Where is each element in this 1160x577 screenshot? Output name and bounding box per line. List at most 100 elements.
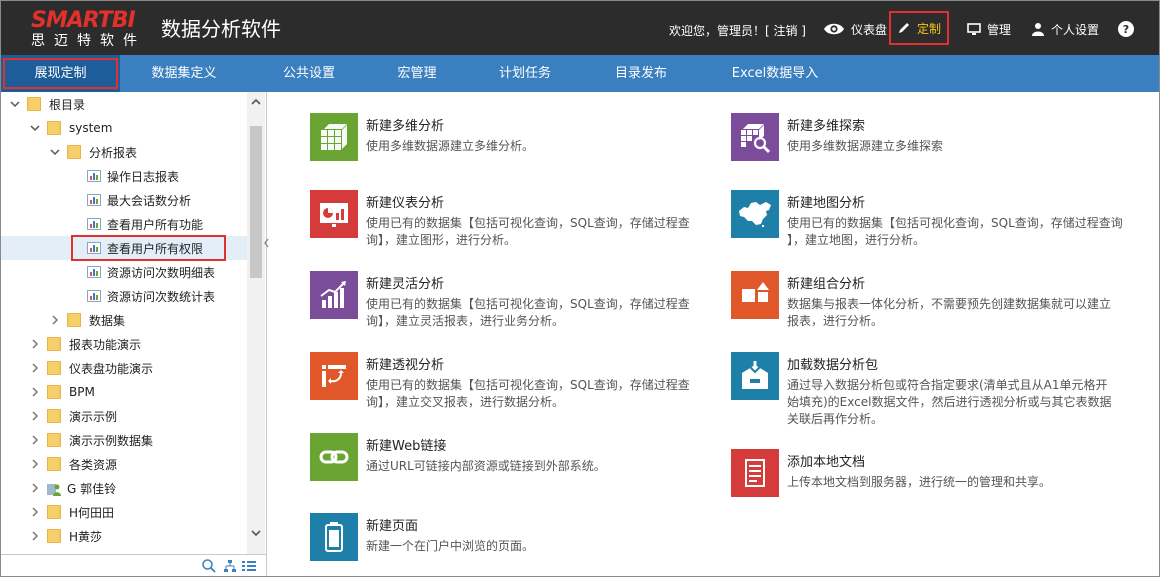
create-card[interactable]: 新建页面 新建一个在门户中浏览的页面。 [310, 513, 534, 561]
welcome-logout[interactable]: 欢迎您，管理员！[ 注销 ] [669, 22, 806, 39]
create-card[interactable]: 新建组合分析 数据集与报表一体化分析，不需要预先创建数据集就可以建立 报表，进行分析… [731, 271, 1111, 330]
expand-right-icon[interactable] [29, 386, 41, 398]
tab-public-settings[interactable]: 公共设置 [259, 55, 359, 92]
tree-node[interactable]: 仪表盘功能演示 [1, 356, 247, 380]
tree-node[interactable]: 演示示例数据集 [1, 428, 247, 452]
cube-search-icon[interactable] [731, 113, 779, 161]
expand-right-icon[interactable] [29, 362, 41, 374]
main-nav: 展现定制 数据集定义 公共设置 宏管理 计划任务 目录发布 Excel数据导入 [1, 55, 1159, 92]
tab-dataset-definition[interactable]: 数据集定义 [134, 55, 234, 92]
tab-label: 计划任务 [498, 66, 551, 81]
expand-down-icon[interactable] [29, 122, 41, 134]
tree-scrollbar[interactable] [247, 92, 265, 554]
card-text: 新建灵活分析 使用已有的数据集【包括可视化查询，SQL查询，存储过程查 询】，建立灵… [366, 271, 690, 330]
card-title[interactable]: 新建多维分析 [366, 115, 534, 134]
card-title[interactable]: 新建页面 [366, 515, 534, 534]
expand-right-icon[interactable] [29, 482, 41, 494]
expand-right-icon[interactable] [29, 458, 41, 470]
card-title[interactable]: 新建地图分析 [787, 192, 1123, 211]
china-map-icon[interactable] [731, 190, 779, 238]
dashboard-chart-icon[interactable] [310, 190, 358, 238]
tree-node[interactable]: 查看用户所有功能 [1, 212, 247, 236]
page-icon[interactable] [310, 513, 358, 561]
create-card[interactable]: 新建多维分析 使用多维数据源建立多维分析。 [310, 113, 534, 161]
tree-node[interactable]: 资源访问次数统计表 [1, 284, 247, 308]
tab-macro-management[interactable]: 宏管理 [367, 55, 467, 92]
tree-node[interactable]: 操作日志报表 [1, 164, 247, 188]
expand-right-icon[interactable] [29, 434, 41, 446]
create-card[interactable]: 加载数据分析包 通过导入数据分析包或符合指定要求(清单式且从A1单元格开 始填充)的… [731, 352, 1111, 428]
create-card[interactable]: 新建多维探索使用多维数据源建立多维探索 [731, 113, 943, 161]
tree-node[interactable]: 最大会话数分析 [1, 188, 247, 212]
tree-node[interactable]: 演示示例 [1, 404, 247, 428]
manage-link[interactable]: 管理 [967, 15, 1011, 43]
tree-node-label: 资源访问次数统计表 [107, 289, 216, 304]
help-button[interactable]: ? [1118, 15, 1134, 43]
document-icon[interactable] [731, 449, 779, 497]
report-icon [87, 170, 101, 182]
folder-icon [47, 457, 61, 471]
shapes-icon[interactable] [731, 271, 779, 319]
card-title[interactable]: 添加本地文档 [787, 451, 1051, 470]
folder-icon [67, 145, 81, 159]
tree-node[interactable]: 查看用户所有权限 [1, 236, 247, 260]
create-card[interactable]: 新建Web链接 通过URL可链接内部资源或链接到外部系统。 [310, 433, 606, 481]
card-title[interactable]: 新建组合分析 [787, 273, 1111, 292]
create-card[interactable]: 新建灵活分析 使用已有的数据集【包括可视化查询，SQL查询，存储过程查 询】，建立灵… [310, 271, 690, 330]
tree-structure-icon[interactable] [223, 559, 237, 573]
personal-settings-link[interactable]: 个人设置 [1031, 15, 1099, 43]
card-description: 使用多维数据源建立多维探索 [787, 139, 944, 153]
card-title[interactable]: 新建灵活分析 [366, 273, 690, 292]
scroll-thumb[interactable] [250, 126, 262, 278]
card-title[interactable]: 新建透视分析 [366, 354, 690, 373]
card-title[interactable]: 新建多维探索 [787, 115, 943, 134]
link-icon[interactable] [310, 433, 358, 481]
tree-node[interactable]: H何田田 [1, 500, 247, 524]
tab-excel-import[interactable]: Excel数据导入 [713, 55, 837, 92]
scroll-up-button[interactable] [247, 92, 265, 110]
cube-icon[interactable] [310, 113, 358, 161]
card-text: 新建多维探索使用多维数据源建立多维探索 [787, 113, 943, 155]
expand-right-icon[interactable] [49, 314, 61, 326]
search-icon[interactable] [201, 558, 217, 574]
tree-node[interactable]: system [1, 116, 247, 140]
tree-node[interactable]: H黄莎 [1, 524, 247, 548]
expand-down-icon[interactable] [9, 98, 21, 110]
tree-node-label: H黄莎 [69, 529, 103, 544]
tree-node[interactable]: BPM [1, 380, 247, 404]
customize-link[interactable]: 定制 [889, 11, 950, 45]
expand-down-icon[interactable] [49, 146, 61, 158]
card-title[interactable]: 新建仪表分析 [366, 192, 690, 211]
tree-node[interactable]: G 郭佳铃 [1, 476, 247, 500]
tab-catalog-publish[interactable]: 目录发布 [591, 55, 691, 92]
tab-scheduled-tasks[interactable]: 计划任务 [475, 55, 575, 92]
create-card[interactable]: 新建地图分析 使用已有的数据集【包括可视化查询，SQL查询，存储过程查询 】，建立地… [731, 190, 1123, 249]
tree-node[interactable]: 资源访问次数明细表 [1, 260, 247, 284]
expand-right-icon[interactable] [29, 338, 41, 350]
card-title[interactable]: 加载数据分析包 [787, 354, 1111, 373]
card-description: 使用已有的数据集【包括可视化查询，SQL查询，存储过程查 询】，建立交叉报表，进行… [366, 378, 690, 409]
card-text: 新建地图分析 使用已有的数据集【包括可视化查询，SQL查询，存储过程查询 】，建立地… [787, 190, 1123, 249]
growth-chart-icon[interactable] [310, 271, 358, 319]
tree-node[interactable]: 分析报表 [1, 140, 247, 164]
dashboard-link[interactable]: 仪表盘 [823, 15, 887, 43]
card-title[interactable]: 新建Web链接 [366, 435, 606, 454]
tree-node[interactable]: 报表功能演示 [1, 332, 247, 356]
chevron-down-icon [251, 529, 261, 536]
tree-search-input[interactable] [1, 556, 197, 576]
list-view-icon[interactable] [241, 559, 257, 573]
expand-right-icon[interactable] [29, 410, 41, 422]
pivot-icon[interactable] [310, 352, 358, 400]
tree-node[interactable]: 各类资源 [1, 452, 247, 476]
create-card[interactable]: 新建透视分析使用已有的数据集【包括可视化查询，SQL查询，存储过程查 询】，建立交… [310, 352, 690, 411]
tab-display-customize[interactable]: 展现定制 [1, 55, 120, 92]
create-card[interactable]: 添加本地文档 上传本地文档到服务器，进行统一的管理和共享。 [731, 449, 1051, 497]
scroll-down-button[interactable] [247, 524, 265, 542]
tree-node[interactable]: 根目录 [1, 92, 247, 116]
tree-node[interactable]: 数据集 [1, 308, 247, 332]
expand-right-icon[interactable] [29, 530, 41, 542]
package-load-icon[interactable] [731, 352, 779, 400]
tree-node-label: 数据集 [89, 313, 126, 328]
expand-right-icon[interactable] [29, 506, 41, 518]
create-card[interactable]: 新建仪表分析 使用已有的数据集【包括可视化查询，SQL查询，存储过程查 询】，建立图… [310, 190, 690, 249]
